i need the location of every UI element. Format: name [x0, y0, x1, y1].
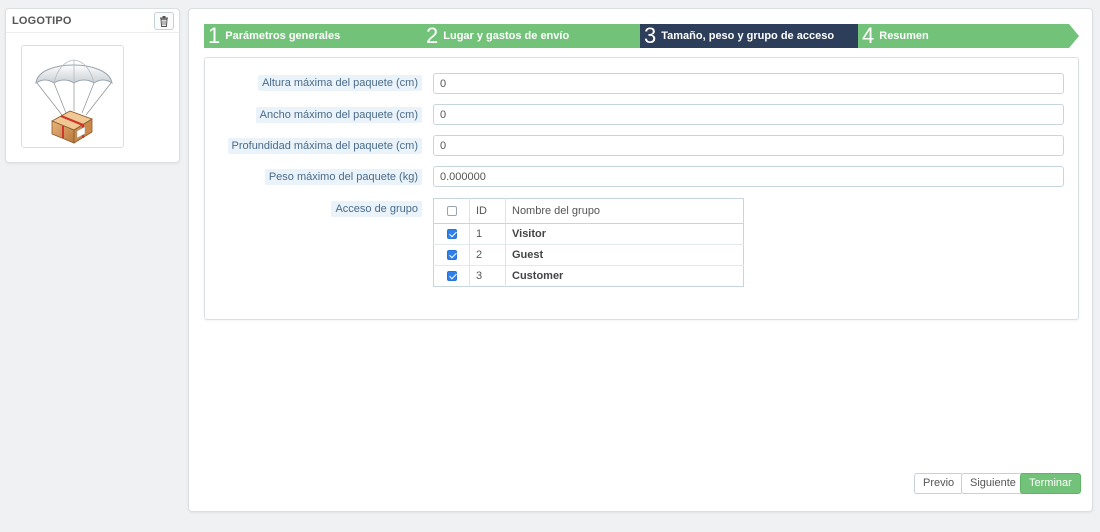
- row-checkbox-cell: [433, 265, 470, 287]
- trash-icon: [160, 15, 168, 27]
- logo-panel-header: LOGOTIPO: [6, 9, 179, 33]
- table-row: 2 Guest: [433, 244, 744, 266]
- group-name: Customer: [505, 265, 744, 287]
- select-all-cell: [433, 198, 470, 224]
- max-width-input[interactable]: [433, 104, 1064, 125]
- max-depth-label: Profundidad máxima del paquete (cm): [227, 138, 422, 154]
- group-id: 3: [469, 265, 506, 287]
- group-checkbox-visitor[interactable]: [446, 229, 457, 240]
- group-checkbox-guest[interactable]: [446, 250, 457, 261]
- step-summary[interactable]: 4 Resumen: [858, 24, 1079, 48]
- column-header-id: ID: [469, 198, 506, 224]
- step-label: Resumen: [879, 30, 929, 42]
- max-height-input[interactable]: [433, 73, 1064, 94]
- previous-button[interactable]: Previo: [914, 473, 964, 494]
- select-all-checkbox[interactable]: [446, 206, 457, 217]
- parachute-package-icon: [34, 59, 113, 144]
- step-label: Lugar y gastos de envío: [443, 30, 570, 42]
- group-name: Visitor: [505, 223, 744, 245]
- max-height-label: Altura máxima del paquete (cm): [258, 75, 422, 91]
- next-button[interactable]: Siguiente: [961, 473, 1025, 494]
- carrier-wizard-panel: 1 Parámetros generales 2 Lugar y gastos …: [188, 8, 1093, 512]
- step-number: 3: [644, 23, 657, 48]
- table-header-row: ID Nombre del grupo: [433, 198, 744, 224]
- wizard-steps: 1 Parámetros generales 2 Lugar y gastos …: [204, 24, 1079, 48]
- finish-button[interactable]: Terminar: [1020, 473, 1081, 494]
- table-row: 3 Customer: [433, 265, 744, 287]
- step-size-weight-group-access[interactable]: 3 Tamaño, peso y grupo de acceso: [640, 24, 873, 48]
- step-number: 4: [862, 23, 875, 48]
- max-width-label: Ancho máximo del paquete (cm): [255, 107, 422, 123]
- max-depth-input[interactable]: [433, 135, 1064, 156]
- step-label: Tamaño, peso y grupo de acceso: [661, 30, 835, 42]
- logo-image-frame: [21, 45, 124, 148]
- size-weight-form: Altura máxima del paquete (cm) Ancho máx…: [204, 57, 1079, 320]
- row-checkbox-cell: [433, 244, 470, 266]
- step-shipping-locations-costs[interactable]: 2 Lugar y gastos de envío: [422, 24, 655, 48]
- group-checkbox-customer[interactable]: [446, 271, 457, 282]
- group-id: 2: [469, 244, 506, 266]
- logo-panel: LOGOTIPO: [5, 8, 180, 163]
- group-access-label: Acceso de grupo: [331, 201, 422, 217]
- max-weight-label: Peso máximo del paquete (kg): [264, 169, 422, 185]
- group-access-table: ID Nombre del grupo 1 Visitor 2 Guest 3: [433, 198, 744, 287]
- column-header-group-name: Nombre del grupo: [505, 198, 744, 224]
- logo-panel-title: LOGOTIPO: [12, 15, 72, 27]
- step-number: 2: [426, 23, 439, 48]
- row-checkbox-cell: [433, 223, 470, 245]
- delete-logo-button[interactable]: [154, 12, 174, 30]
- group-name: Guest: [505, 244, 744, 266]
- step-label: Parámetros generales: [225, 30, 341, 42]
- step-number: 1: [208, 23, 221, 48]
- group-id: 1: [469, 223, 506, 245]
- max-weight-input[interactable]: [433, 166, 1064, 187]
- step-general-settings[interactable]: 1 Parámetros generales: [204, 24, 437, 48]
- table-row: 1 Visitor: [433, 223, 744, 245]
